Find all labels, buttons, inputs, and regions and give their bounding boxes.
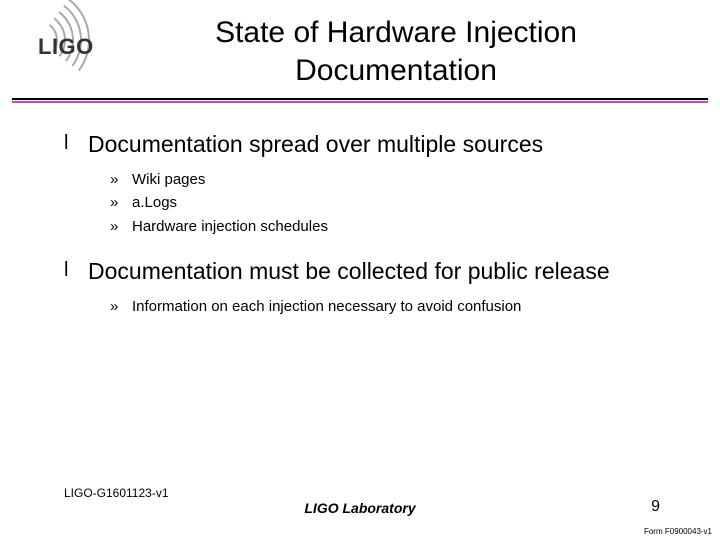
sub-item: » a.Logs (110, 193, 680, 213)
ligo-logo: LIGO (8, 10, 108, 80)
sub-text: Hardware injection schedules (132, 217, 328, 237)
footer-org: LIGO Laboratory (0, 500, 720, 516)
sub-list: » Wiki pages » a.Logs » Hardware injecti… (64, 166, 680, 256)
bullet-marker: l (64, 256, 88, 287)
bullet-text: Documentation spread over multiple sourc… (88, 129, 543, 160)
bullet-item: l Documentation spread over multiple sou… (64, 129, 680, 160)
sub-text: Information on each injection necessary … (132, 297, 521, 317)
sub-list: » Information on each injection necessar… (64, 293, 680, 336)
sub-item: » Hardware injection schedules (110, 217, 680, 237)
sub-marker: » (110, 297, 132, 317)
sub-text: a.Logs (132, 193, 177, 213)
sub-item: » Information on each injection necessar… (110, 297, 680, 317)
footer-page-number: 9 (651, 498, 660, 516)
bullet-marker: l (64, 129, 88, 160)
sub-item: » Wiki pages (110, 170, 680, 190)
logo-text: LIGO (38, 34, 94, 60)
sub-marker: » (110, 193, 132, 213)
slide-content: l Documentation spread over multiple sou… (0, 103, 720, 336)
sub-marker: » (110, 217, 132, 237)
title-line-2: Documentation (295, 54, 497, 87)
sub-marker: » (110, 170, 132, 190)
bullet-text: Documentation must be collected for publ… (88, 256, 610, 287)
bullet-item: l Documentation must be collected for pu… (64, 256, 680, 287)
slide-title: State of Hardware Injection Documentatio… (108, 8, 704, 89)
footer-docnum: LIGO-G1601123-v1 (64, 486, 169, 500)
sub-text: Wiki pages (132, 170, 205, 190)
footer-form-id: Form F0900043-v1 (644, 527, 712, 536)
title-line-1: State of Hardware Injection (215, 16, 577, 49)
slide-header: LIGO State of Hardware Injection Documen… (0, 0, 720, 98)
